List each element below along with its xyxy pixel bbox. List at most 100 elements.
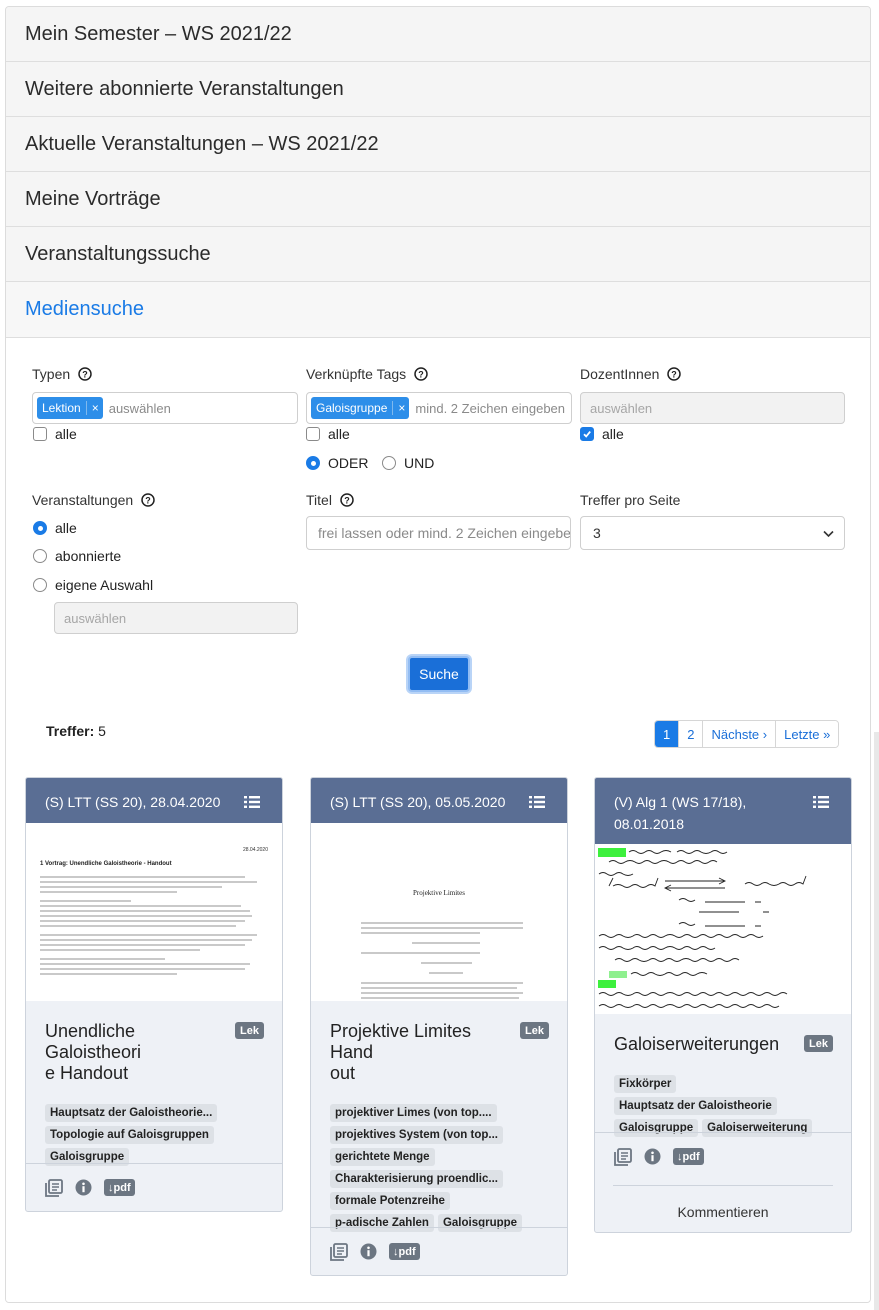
tag[interactable]: projektiver Limes (von top.... <box>330 1104 497 1122</box>
titel-label-text: Titel <box>306 492 332 508</box>
chip-remove-icon[interactable]: × <box>85 401 99 415</box>
card-header-text[interactable]: (S) LTT (SS 20), 28.04.2020 <box>45 794 220 810</box>
veranstaltungen-abonnierte-radio[interactable]: abonnierte <box>33 548 121 564</box>
accordion-label: Mediensuche <box>25 298 144 320</box>
help-icon[interactable]: ? <box>340 493 354 507</box>
accordion: Mein Semester – WS 2021/22 Weitere abonn… <box>5 6 871 1303</box>
radio-circle[interactable] <box>306 456 320 470</box>
typen-label-text: Typen <box>32 366 71 382</box>
tag[interactable]: projektives System (von top... <box>330 1126 503 1144</box>
tags-oder-radio[interactable]: ODER <box>306 455 368 471</box>
tag[interactable]: Hauptsatz der Galoistheorie <box>614 1097 777 1115</box>
pagination: 1 2 Nächste › Letzte » <box>654 720 840 748</box>
list-icon[interactable] <box>529 793 545 808</box>
veranstaltungen-select[interactable]: auswählen <box>54 602 298 634</box>
tag[interactable]: Topologie auf Galoisgruppen <box>45 1126 214 1144</box>
help-icon[interactable]: ? <box>414 367 428 381</box>
accordion-veranstaltungssuche[interactable]: Veranstaltungssuche <box>6 227 870 282</box>
info-icon[interactable] <box>644 1148 661 1165</box>
radio-label: eigene Auswahl <box>55 577 154 593</box>
accordion-label: Mein Semester – WS 2021/22 <box>25 22 292 45</box>
radio-circle[interactable] <box>382 456 396 470</box>
radio-circle[interactable] <box>33 549 47 563</box>
veranstaltungen-eigene-radio[interactable]: eigene Auswahl <box>33 577 153 593</box>
pdf-download-button[interactable]: ↓pdf <box>389 1243 420 1260</box>
radio-label: abonnierte <box>55 548 122 564</box>
tag[interactable]: Fixkörper <box>614 1075 677 1093</box>
dozenten-placeholder: auswählen <box>590 400 653 416</box>
accordion-mediensuche[interactable]: Mediensuche <box>6 282 870 338</box>
tags-all-checkbox[interactable]: alle <box>306 426 350 442</box>
help-icon[interactable]: ? <box>78 367 92 381</box>
card-body: Galoiserweiterungen Lek Fixkörper Haupts… <box>595 1014 851 1137</box>
card-header-text[interactable]: (V) Alg 1 (WS 17/18), <box>614 791 807 813</box>
dozenten-all-checkbox[interactable]: alle <box>580 426 624 442</box>
typen-all-checkbox[interactable]: alle <box>33 426 77 442</box>
next-page-link[interactable]: Nächste › <box>703 721 777 747</box>
card-thumbnail[interactable]: Projektive Limites <box>311 823 567 1001</box>
library-icon[interactable] <box>614 1147 632 1166</box>
thumb-text-lines <box>40 873 268 978</box>
card-header-text[interactable]: (S) LTT (SS 20), 05.05.2020 <box>330 794 505 810</box>
tags-chip: Galoisgruppe × <box>311 397 410 419</box>
card-thumbnail[interactable]: 28.04.2020 1 Vortrag: Unendliche Galoist… <box>26 823 282 1001</box>
mediensuche-panel: Typen ? Lektion × auswählen alle Verknüpf… <box>6 338 870 1302</box>
titel-input[interactable]: frei lassen oder mind. 2 Zeichen eingebe… <box>306 516 571 550</box>
handwritten-notes-image <box>598 848 807 1008</box>
dozenten-select[interactable]: auswählen <box>580 392 845 424</box>
pdf-download-button[interactable]: ↓pdf <box>673 1148 704 1165</box>
search-button[interactable]: Suche <box>408 656 470 692</box>
card-thumbnail[interactable] <box>595 844 851 1014</box>
tag[interactable]: formale Potenzreihe <box>330 1192 450 1210</box>
accordion-aktuelle-veranstaltungen[interactable]: Aktuelle Veranstaltungen – WS 2021/22 <box>6 117 870 172</box>
library-icon[interactable] <box>45 1178 63 1197</box>
accordion-meine-vortraege[interactable]: Meine Vorträge <box>6 172 870 227</box>
list-icon[interactable] <box>244 793 260 808</box>
card-header-text[interactable]: 08.01.2018 <box>614 813 807 835</box>
chip-remove-icon[interactable]: × <box>392 401 405 415</box>
svg-text:?: ? <box>344 496 350 506</box>
card-title[interactable]: Projektive Limites Hand out <box>330 1021 548 1084</box>
radio-circle[interactable] <box>33 521 47 535</box>
type-badge: Lek <box>235 1022 264 1039</box>
list-icon[interactable] <box>813 793 829 808</box>
accordion-label: Veranstaltungssuche <box>25 242 211 265</box>
tags-select[interactable]: Galoisgruppe × mind. 2 Zeichen eingeben <box>306 392 572 424</box>
treffer-pro-seite-label: Treffer pro Seite <box>580 492 680 508</box>
svg-text:?: ? <box>672 370 678 380</box>
scrollbar[interactable] <box>874 732 879 1310</box>
radio-circle[interactable] <box>33 578 47 592</box>
accordion-mein-semester[interactable]: Mein Semester – WS 2021/22 <box>6 7 870 62</box>
checkbox-box[interactable] <box>580 427 594 441</box>
typen-select[interactable]: Lektion × auswählen <box>32 392 298 424</box>
thumb-text-lines <box>361 919 531 1001</box>
page-1-link[interactable]: 1 <box>655 721 680 747</box>
info-icon[interactable] <box>360 1243 377 1260</box>
veranstaltungen-label-text: Veranstaltungen <box>32 492 134 508</box>
tags-und-radio[interactable]: UND <box>382 455 434 471</box>
help-icon[interactable]: ? <box>667 367 682 381</box>
checkbox-box[interactable] <box>33 427 47 441</box>
media-card: (S) LTT (SS 20), 05.05.2020 Projektive L… <box>310 777 568 1276</box>
veranstaltungen-alle-radio[interactable]: alle <box>33 520 77 536</box>
card-title[interactable]: Unendliche Galoistheori e Handout <box>45 1021 263 1084</box>
svg-text:?: ? <box>418 370 424 380</box>
tag[interactable]: Hauptsatz der Galoistheorie... <box>45 1104 218 1122</box>
comment-button[interactable]: Kommentieren <box>613 1185 833 1220</box>
library-icon[interactable] <box>330 1242 348 1261</box>
tag[interactable]: gerichtete Menge <box>330 1148 435 1166</box>
page-2-link[interactable]: 2 <box>679 721 704 747</box>
tag[interactable]: Charakterisierung proendlic... <box>330 1170 503 1188</box>
checkbox-box[interactable] <box>306 427 320 441</box>
last-page-link[interactable]: Letzte » <box>776 721 839 747</box>
pdf-download-button[interactable]: ↓pdf <box>104 1179 135 1196</box>
thumb-date: 28.04.2020 <box>242 847 268 853</box>
treffer-pro-seite-select[interactable]: 3 <box>580 516 845 550</box>
card-footer: ↓pdf <box>311 1227 567 1275</box>
card-title[interactable]: Galoiserweiterungen <box>614 1034 832 1055</box>
help-icon[interactable]: ? <box>141 493 155 507</box>
accordion-weitere-veranstaltungen[interactable]: Weitere abonnierte Veranstaltungen <box>6 62 870 117</box>
treffer-pro-seite-label-text: Treffer pro Seite <box>580 492 681 508</box>
info-icon[interactable] <box>75 1179 92 1196</box>
veranstaltungen-label: Veranstaltungen ? <box>32 492 155 508</box>
